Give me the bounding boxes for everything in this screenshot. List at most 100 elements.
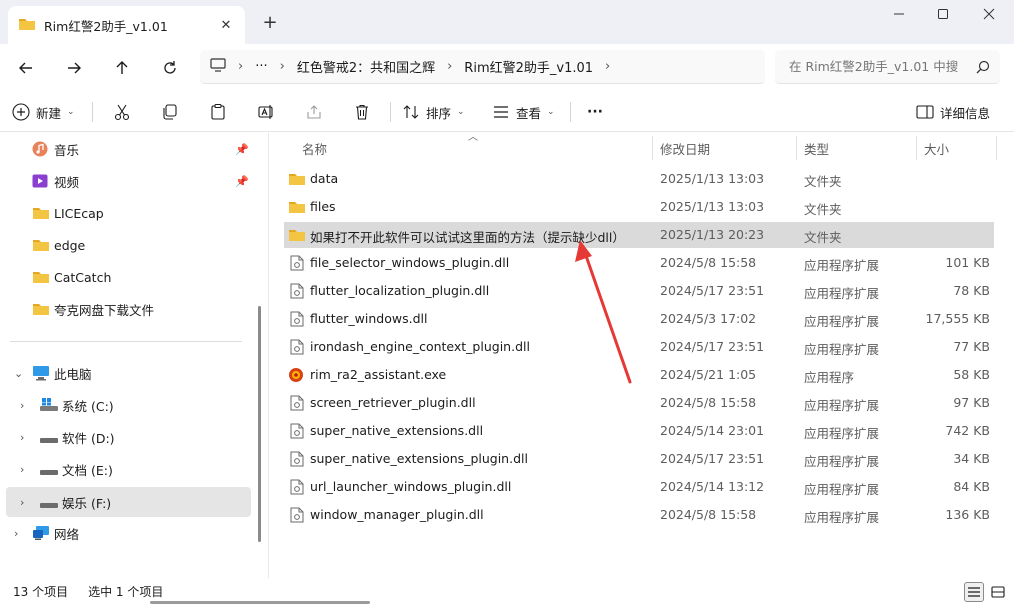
divider bbox=[570, 102, 571, 122]
back-button[interactable] bbox=[10, 52, 42, 84]
table-row[interactable]: super_native_extensions_plugin.dll 2024/5… bbox=[284, 446, 994, 472]
dll-file-icon bbox=[290, 451, 306, 467]
sidebar-item-drive-c[interactable]: › 系统 (C:) bbox=[6, 391, 251, 419]
table-row[interactable]: data 2025/1/13 13:03 文件夹 bbox=[284, 166, 994, 192]
minimize-icon bbox=[894, 13, 904, 15]
table-row[interactable]: url_launcher_windows_plugin.dll 2024/5/14… bbox=[284, 474, 994, 500]
details-view-icon bbox=[968, 587, 980, 597]
refresh-button[interactable] bbox=[154, 52, 186, 84]
search-input[interactable] bbox=[789, 59, 959, 74]
breadcrumb-item[interactable]: 红色警戒2：共和国之辉 bbox=[297, 57, 435, 76]
tiles-view-button[interactable] bbox=[988, 582, 1008, 602]
address-bar[interactable]: › ··· › 红色警戒2：共和国之辉 › Rim红警2助手_v1.01 › bbox=[200, 50, 765, 84]
sidebar-item-edge[interactable]: edge bbox=[6, 231, 251, 259]
column-divider[interactable] bbox=[916, 136, 917, 160]
column-divider[interactable] bbox=[652, 136, 653, 160]
sidebar-item-label: 网络 bbox=[54, 526, 80, 542]
more-options-button[interactable]: ··· bbox=[584, 96, 606, 128]
sidebar-item-catcatch[interactable]: CatCatch bbox=[6, 263, 251, 291]
sidebar-item-drive-d[interactable]: › 软件 (D:) bbox=[6, 423, 251, 451]
divider bbox=[390, 102, 391, 122]
view-button[interactable]: 查看 ⌄ bbox=[492, 96, 555, 128]
column-header-size[interactable]: 大小 bbox=[924, 133, 949, 163]
new-tab-button[interactable]: + bbox=[258, 10, 282, 34]
column-divider[interactable] bbox=[796, 136, 797, 160]
tab-close-button[interactable]: ✕ bbox=[213, 12, 239, 38]
chevron-down-icon: ⌄ bbox=[67, 107, 75, 117]
maximize-button[interactable] bbox=[920, 0, 966, 28]
chevron-right-icon[interactable]: › bbox=[20, 463, 24, 476]
dll-file-icon bbox=[290, 479, 306, 495]
breadcrumb-item[interactable]: Rim红警2助手_v1.01 bbox=[464, 57, 593, 76]
table-row[interactable]: irondash_engine_context_plugin.dll 2024/5… bbox=[284, 334, 994, 360]
sidebar-item-network[interactable]: › 网络 bbox=[6, 519, 251, 547]
sidebar-item-drive-f[interactable]: › 娱乐 (F:) bbox=[6, 487, 251, 517]
table-row[interactable]: flutter_localization_plugin.dll 2024/5/17… bbox=[284, 278, 994, 304]
up-button[interactable] bbox=[106, 52, 138, 84]
sidebar-item-label: 系统 (C:) bbox=[62, 398, 114, 414]
chevron-right-icon[interactable]: › bbox=[20, 431, 24, 444]
item-count: 13 个项目 bbox=[13, 584, 69, 599]
folder-icon bbox=[288, 172, 305, 188]
sidebar-scrollbar[interactable] bbox=[258, 306, 261, 542]
sidebar-item-label: edge bbox=[54, 237, 86, 253]
close-window-button[interactable] bbox=[966, 0, 1012, 28]
sort-button[interactable]: 排序 ⌄ bbox=[402, 96, 465, 128]
sidebar-item-label: 音乐 bbox=[54, 142, 80, 158]
table-row[interactable]: super_native_extensions.dll 2024/5/14 23:… bbox=[284, 418, 994, 444]
table-row[interactable]: flutter_windows.dll 2024/5/3 17:02 应用程序扩展 1… bbox=[284, 306, 994, 332]
file-size: 77 KB bbox=[953, 339, 990, 354]
music-icon bbox=[32, 141, 48, 160]
file-size: 136 KB bbox=[945, 507, 990, 522]
chevron-right-icon[interactable]: › bbox=[14, 527, 18, 540]
file-type: 文件夹 bbox=[804, 230, 842, 245]
table-row[interactable]: rim_ra2_assistant.exe 2024/5/21 1:05 应用程序 5… bbox=[284, 362, 994, 388]
sidebar-item-this-pc[interactable]: ⌄ 此电脑 bbox=[6, 359, 251, 387]
chevron-down-icon[interactable]: ⌄ bbox=[14, 367, 23, 380]
sidebar-item-music[interactable]: 音乐 📌 bbox=[6, 135, 251, 163]
table-row[interactable]: files 2025/1/13 13:03 文件夹 bbox=[284, 194, 994, 220]
file-name: screen_retriever_plugin.dll bbox=[310, 395, 476, 410]
file-type: 应用程序 bbox=[804, 370, 855, 385]
rename-button[interactable] bbox=[252, 96, 280, 128]
sidebar-item-licecap[interactable]: LICEcap bbox=[6, 199, 251, 227]
table-row[interactable]: screen_retriever_plugin.dll 2024/5/8 15:5… bbox=[284, 390, 994, 416]
sidebar-item-video[interactable]: 视频 📌 bbox=[6, 167, 251, 195]
file-name: files bbox=[310, 199, 336, 214]
sidebar-item-drive-e[interactable]: › 文档 (E:) bbox=[6, 455, 251, 483]
chevron-right-icon[interactable]: › bbox=[20, 399, 24, 412]
sidebar-item-quark-downloads[interactable]: 夸克网盘下载文件 bbox=[6, 295, 251, 323]
column-header-date[interactable]: 修改日期 bbox=[660, 133, 710, 163]
table-row[interactable]: window_manager_plugin.dll 2024/5/8 15:58 应… bbox=[284, 502, 994, 528]
new-label: 新建 bbox=[36, 105, 62, 121]
new-button[interactable]: 新建 ⌄ bbox=[12, 96, 75, 128]
minimize-button[interactable] bbox=[876, 0, 922, 28]
breadcrumb-more[interactable]: ··· bbox=[255, 59, 267, 74]
pane-splitter[interactable] bbox=[268, 133, 269, 578]
explorer-tab[interactable]: Rim红警2助手_v1.01 ✕ bbox=[8, 6, 245, 44]
file-name: rim_ra2_assistant.exe bbox=[310, 367, 447, 382]
file-date: 2025/1/13 20:23 bbox=[660, 227, 765, 242]
chevron-down-icon: ⌄ bbox=[547, 107, 555, 117]
chevron-right-icon[interactable]: › bbox=[20, 496, 24, 509]
details-label: 详细信息 bbox=[940, 105, 991, 121]
column-divider[interactable] bbox=[996, 136, 997, 160]
copy-button[interactable] bbox=[156, 96, 184, 128]
dll-file-icon bbox=[290, 507, 306, 523]
sidebar-item-label: 此电脑 bbox=[54, 366, 92, 382]
share-button[interactable] bbox=[300, 96, 328, 128]
sort-icon bbox=[403, 105, 419, 119]
details-view-button[interactable] bbox=[964, 582, 984, 602]
chevron-right-icon[interactable]: › bbox=[605, 59, 610, 74]
file-name: 如果打不开此软件可以试试这里面的方法（提示缺少dll） bbox=[310, 230, 625, 245]
table-row[interactable]: file_selector_windows_plugin.dll 2024/5/8… bbox=[284, 250, 994, 276]
cut-button[interactable] bbox=[108, 96, 136, 128]
delete-button[interactable] bbox=[348, 96, 376, 128]
forward-button[interactable] bbox=[58, 52, 90, 84]
details-pane-button[interactable]: 详细信息 bbox=[916, 96, 990, 128]
search-box[interactable] bbox=[775, 50, 1000, 84]
column-header-name[interactable]: 名称 bbox=[302, 133, 327, 163]
paste-button[interactable] bbox=[204, 96, 232, 128]
table-row[interactable]: 如果打不开此软件可以试试这里面的方法（提示缺少dll） 2025/1/13 20:… bbox=[284, 222, 994, 248]
column-header-type[interactable]: 类型 bbox=[804, 133, 829, 163]
